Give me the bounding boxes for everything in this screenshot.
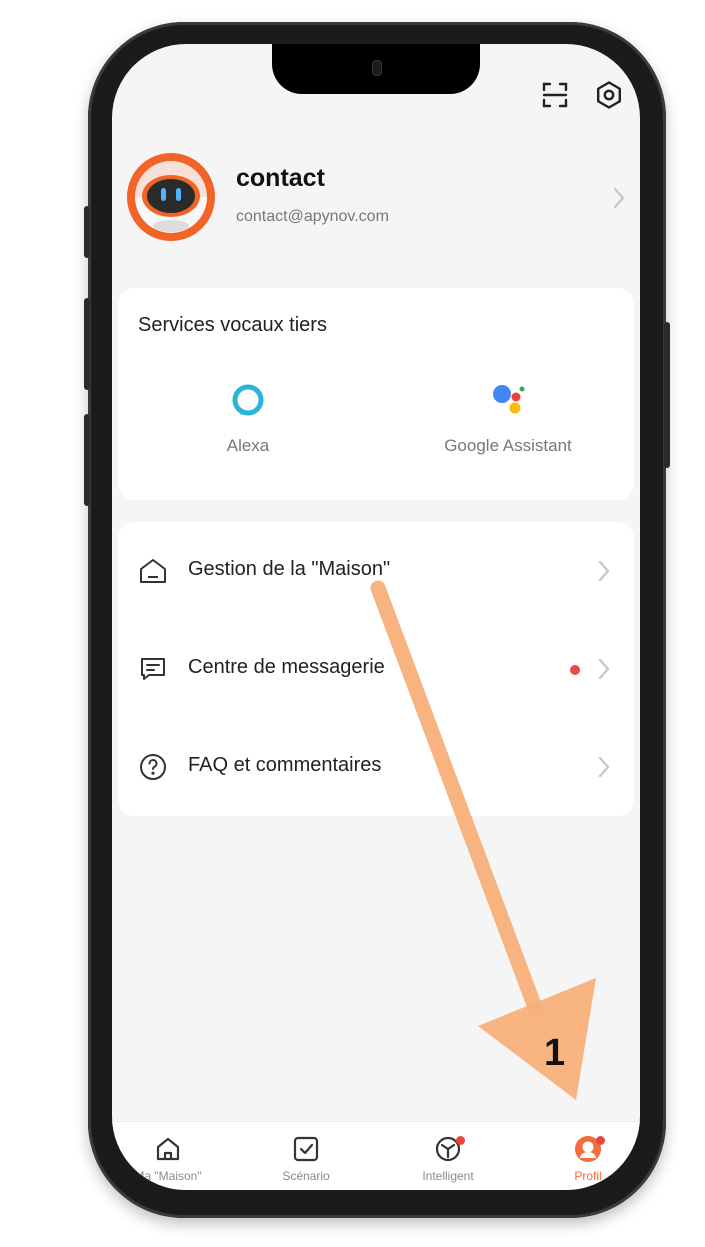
tab-intelligent[interactable]: Intelligent (382, 1122, 514, 1190)
avatar (126, 152, 216, 242)
scan-icon (542, 82, 568, 108)
tab-scenario[interactable]: Scénario (240, 1122, 372, 1190)
chevron-right-icon (598, 756, 610, 783)
google-assistant-service[interactable]: Google Assistant (418, 380, 598, 456)
tab-profile[interactable]: Profil (522, 1122, 640, 1190)
top-toolbar (520, 72, 640, 110)
settings-button[interactable] (590, 76, 628, 114)
menu-item-label: Gestion de la "Maison" (188, 558, 391, 580)
home-outline-icon (138, 556, 168, 586)
home-icon (153, 1134, 183, 1164)
alexa-label: Alexa (226, 436, 270, 455)
profile-header[interactable]: contact contact@apynov.com (126, 152, 626, 248)
notification-badge (596, 1136, 605, 1145)
chevron-right-icon (598, 560, 610, 587)
question-circle-icon (138, 752, 168, 782)
google-assistant-label: Google Assistant (444, 436, 572, 455)
alexa-service[interactable]: Alexa (198, 380, 298, 456)
phone-notch (272, 44, 480, 94)
tab-home[interactable]: Ma "Maison" (112, 1122, 234, 1190)
gear-icon (597, 81, 621, 109)
unread-dot (570, 665, 580, 675)
phone-mute-switch (84, 206, 90, 258)
settings-menu-card: Gestion de la "Maison" Centre de message… (118, 522, 634, 816)
scan-button[interactable] (536, 76, 574, 114)
alexa-icon (228, 380, 268, 420)
profile-email: contact@apynov.com (236, 208, 389, 225)
robot-avatar-icon (127, 153, 215, 241)
phone-volume-down (84, 414, 90, 506)
front-camera (372, 60, 382, 76)
phone-volume-up (84, 298, 90, 390)
menu-item-home-management[interactable]: Gestion de la "Maison" (118, 522, 634, 620)
voice-services-card: Services vocaux tiers Alexa Google Assis… (118, 288, 634, 500)
notification-badge (456, 1136, 465, 1145)
tab-label: Scénario (282, 1169, 330, 1183)
step-number: 1 (544, 1032, 566, 1074)
voice-services-title: Services vocaux tiers (138, 314, 327, 336)
chevron-right-icon (598, 658, 610, 685)
message-icon (138, 654, 168, 684)
tab-label: Intelligent (422, 1169, 474, 1183)
cube-icon (433, 1134, 465, 1164)
bottom-tab-bar: Ma "Maison" Scénario Intelligent Profil (112, 1121, 640, 1190)
checkbox-icon (291, 1134, 321, 1164)
profile-icon (573, 1134, 605, 1164)
menu-item-message-center[interactable]: Centre de messagerie (118, 620, 634, 718)
google-assistant-icon (488, 380, 528, 420)
menu-item-label: Centre de messagerie (188, 656, 385, 678)
phone-power-button (664, 322, 670, 468)
menu-item-label: FAQ et commentaires (188, 754, 382, 776)
tab-label: Ma "Maison" (134, 1169, 202, 1183)
tab-label: Profil (574, 1169, 602, 1183)
chevron-right-icon (612, 186, 626, 215)
profile-name: contact (236, 164, 325, 192)
app-screen: contact contact@apynov.com Services voca… (112, 44, 640, 1190)
menu-item-faq-feedback[interactable]: FAQ et commentaires (118, 718, 634, 816)
